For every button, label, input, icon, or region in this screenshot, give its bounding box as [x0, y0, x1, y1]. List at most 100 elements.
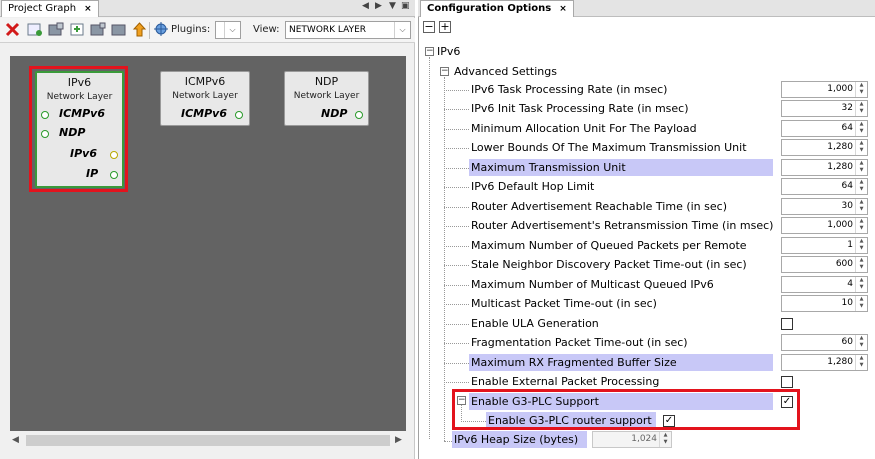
ndp-node[interactable]: NDP Network Layer NDP — [284, 71, 369, 126]
spinner-arrows-icon[interactable]: ▲ ▼ — [855, 355, 867, 370]
setting-spinner[interactable]: 1,000 ▲ ▼ — [781, 81, 868, 98]
ipv6-node[interactable]: IPv6 Network Layer ICMPv6 NDP IPv6 IP — [35, 71, 124, 188]
tab-project-graph[interactable]: Project Graph × — [1, 0, 99, 17]
spinner-arrows-icon[interactable]: ▲ ▼ — [855, 199, 867, 214]
port-connector-icon[interactable] — [110, 171, 118, 179]
spinner-arrows-icon[interactable]: ▲ ▼ — [855, 160, 867, 175]
tree-line — [444, 246, 469, 247]
component-icon[interactable] — [89, 21, 106, 37]
port-label: NDP — [59, 126, 86, 139]
spinner-arrows-icon[interactable]: ▲ ▼ — [855, 238, 867, 253]
setting-value: 1,280 — [827, 162, 853, 172]
port-connector-icon[interactable] — [110, 151, 118, 159]
setting-value: 600 — [835, 259, 853, 269]
setting-spinner[interactable]: 60 ▲ ▼ — [781, 334, 868, 351]
node-subtitle: Network Layer — [293, 91, 360, 101]
plugins-select[interactable]: ⌵ — [215, 21, 241, 39]
setting-value: 1,280 — [827, 142, 853, 152]
setting-label: Enable External Packet Processing — [471, 375, 660, 388]
delete-icon[interactable] — [4, 21, 21, 37]
port-connector-icon[interactable] — [41, 130, 49, 138]
enable-ula-checkbox[interactable] — [781, 318, 793, 330]
tree-line — [429, 57, 430, 439]
scroll-left-icon[interactable]: ◀ — [12, 435, 19, 445]
advanced-settings-label: Advanced Settings — [454, 65, 557, 78]
icmpv6-node[interactable]: ICMPv6 Network Layer ICMPv6 — [160, 71, 250, 126]
setting-spinner[interactable]: 64 ▲ ▼ — [781, 120, 868, 137]
setting-spinner[interactable]: 32 ▲ ▼ — [781, 100, 868, 117]
tree-line — [444, 324, 469, 325]
setting-label: Maximum Number of Multicast Queued IPv6 — [471, 278, 714, 291]
highlight-box — [452, 389, 800, 430]
spinner-arrows-icon[interactable]: ▲ ▼ — [855, 335, 867, 350]
setting-spinner[interactable]: 1,280 ▲ ▼ — [781, 159, 868, 176]
setting-value: 64 — [841, 123, 853, 133]
add-link-icon[interactable] — [68, 21, 85, 37]
setting-spinner[interactable]: 10 ▲ ▼ — [781, 295, 868, 312]
chevron-down-icon[interactable]: ▼ — [389, 1, 396, 11]
port-connector-icon[interactable] — [41, 111, 49, 119]
node-subtitle: Network Layer — [172, 91, 238, 101]
setting-value: 1,000 — [827, 220, 853, 230]
tree-line — [444, 90, 469, 91]
tree-line — [444, 226, 469, 227]
tree-line — [444, 285, 469, 286]
spinner-arrows-icon[interactable]: ▲ ▼ — [855, 82, 867, 97]
spinner-arrows-icon[interactable]: ▲ ▼ — [659, 432, 671, 447]
tab-configuration-options[interactable]: Configuration Options × — [420, 0, 574, 17]
close-icon[interactable]: × — [559, 4, 567, 14]
horizontal-scrollbar[interactable]: ◀ ▶ — [10, 433, 406, 448]
scrollbar-thumb[interactable] — [26, 435, 390, 446]
spinner-arrows-icon[interactable]: ▲ ▼ — [855, 179, 867, 194]
setting-spinner[interactable]: 4 ▲ ▼ — [781, 276, 868, 293]
setting-label: IPv6 Init Task Processing Rate (in msec) — [471, 102, 689, 115]
view-select[interactable]: NETWORK LAYER ⌵ — [285, 21, 411, 39]
setting-label: Router Advertisement Reachable Time (in … — [471, 200, 727, 213]
setting-spinner[interactable]: 1 ▲ ▼ — [781, 237, 868, 254]
tab-project-graph-label: Project Graph — [8, 3, 77, 14]
spinner-arrows-icon[interactable]: ▲ ▼ — [855, 296, 867, 311]
external-packet-processing-checkbox[interactable] — [781, 376, 793, 388]
setting-spinner[interactable]: 1,280 ▲ ▼ — [781, 354, 868, 371]
spinner-arrows-icon[interactable]: ▲ ▼ — [855, 101, 867, 116]
arrow-right-icon[interactable]: ▶ — [375, 1, 382, 11]
node-title: NDP — [314, 75, 339, 88]
new-group-icon[interactable] — [26, 21, 43, 37]
close-icon[interactable]: × — [84, 4, 92, 14]
setting-spinner[interactable]: 1,000 ▲ ▼ — [781, 217, 868, 234]
setting-label: Maximum Transmission Unit — [469, 159, 773, 176]
arrow-left-icon[interactable]: ◀ — [362, 1, 369, 11]
setting-spinner[interactable]: 30 ▲ ▼ — [781, 198, 868, 215]
arrow-up-icon[interactable] — [131, 21, 148, 37]
tree-line — [444, 77, 445, 441]
maximize-icon[interactable]: ▣ — [401, 1, 410, 11]
tree-line — [444, 265, 469, 266]
plugin-icon[interactable] — [152, 21, 169, 37]
tree-collapse-icon[interactable]: − — [425, 47, 434, 56]
add-component-icon[interactable] — [47, 21, 64, 37]
spinner-arrows-icon[interactable]: ▲ ▼ — [855, 257, 867, 272]
setting-value: 32 — [841, 103, 853, 113]
scroll-right-icon[interactable]: ▶ — [395, 435, 402, 445]
spinner-arrows-icon[interactable]: ▲ ▼ — [855, 218, 867, 233]
collapse-all-button[interactable]: − — [423, 21, 435, 33]
port-connector-icon[interactable] — [355, 111, 363, 119]
tree-collapse-icon[interactable]: − — [440, 67, 449, 76]
tree-root-label: IPv6 — [437, 45, 461, 58]
port-label: NDP — [321, 107, 348, 120]
component-alt-icon[interactable] — [110, 21, 127, 37]
setting-value: 64 — [841, 181, 853, 191]
spinner-arrows-icon[interactable]: ▲ ▼ — [855, 140, 867, 155]
setting-label: Maximum RX Fragmented Buffer Size — [469, 354, 773, 371]
tree-line — [444, 187, 469, 188]
spinner-arrows-icon[interactable]: ▲ ▼ — [855, 277, 867, 292]
setting-spinner[interactable]: 64 ▲ ▼ — [781, 178, 868, 195]
setting-label: IPv6 Task Processing Rate (in msec) — [471, 83, 668, 96]
heap-size-spinner[interactable]: 1,024 ▲ ▼ — [592, 431, 672, 448]
setting-spinner[interactable]: 600 ▲ ▼ — [781, 256, 868, 273]
port-connector-icon[interactable] — [235, 111, 243, 119]
spinner-arrows-icon[interactable]: ▲ ▼ — [855, 121, 867, 136]
expand-all-button[interactable]: + — [439, 21, 451, 33]
tree-line — [444, 382, 469, 383]
setting-spinner[interactable]: 1,280 ▲ ▼ — [781, 139, 868, 156]
